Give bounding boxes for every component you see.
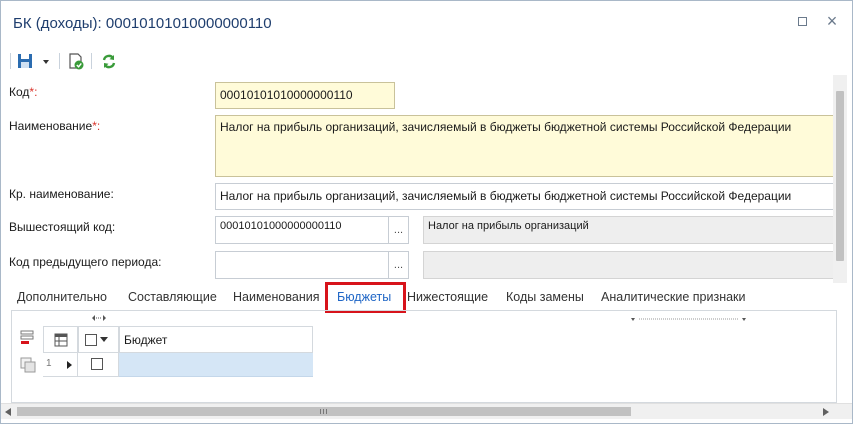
dropdown-arrow-icon[interactable] — [41, 51, 51, 71]
column-header-budget[interactable]: Бюджет — [119, 326, 313, 353]
tab-analiticheskie-priznaki[interactable]: Аналитические признаки — [601, 290, 746, 304]
prev-code-field[interactable] — [215, 251, 389, 279]
maximize-icon[interactable] — [798, 17, 807, 26]
copy-rows-icon[interactable] — [20, 357, 36, 373]
tab-nizhestoyashchie[interactable]: Нижестоящие — [407, 290, 488, 304]
parent-code-description: Налог на прибыль организаций — [423, 216, 835, 244]
toolbar-separator — [10, 53, 11, 69]
name-label-text: Наименование — [9, 119, 93, 133]
prev-code-label: Код предыдущего периода: — [9, 255, 162, 269]
row-number-cell: 1 — [43, 353, 78, 377]
check-document-icon[interactable] — [67, 51, 85, 71]
required-mark: *: — [92, 119, 101, 133]
required-mark: *: — [29, 85, 38, 99]
add-rows-icon[interactable] — [20, 329, 36, 345]
parent-code-field[interactable]: 00010101000000000110 — [215, 216, 389, 244]
scroll-right-icon[interactable] — [823, 408, 829, 416]
chevron-down-icon[interactable] — [100, 337, 108, 343]
select-all-cell[interactable] — [78, 326, 119, 353]
scroll-left-icon[interactable] — [5, 408, 11, 416]
prev-code-lookup-button[interactable]: ... — [388, 251, 409, 279]
grid-settings-cell[interactable] — [43, 326, 78, 353]
vertical-scrollbar-thumb[interactable] — [836, 91, 844, 261]
save-icon[interactable] — [16, 51, 34, 71]
dialog-window: БК (доходы): 00010101010000000110 × Код*… — [0, 0, 853, 424]
table-icon[interactable] — [54, 333, 68, 347]
horizontal-scrollbar[interactable] — [1, 403, 852, 419]
horizontal-scrollbar-thumb[interactable] — [17, 407, 631, 416]
name-field[interactable]: Налог на прибыль организаций, зачисляемы… — [215, 115, 835, 177]
tab-sostavlyayushchie[interactable]: Составляющие — [128, 290, 217, 304]
column-header-budget-text: Бюджет — [124, 333, 168, 347]
row-number: 1 — [46, 358, 52, 369]
refresh-icon[interactable] — [100, 51, 118, 71]
prev-code-description — [423, 251, 835, 279]
toolbar-separator — [91, 53, 92, 69]
window-title: БК (доходы): 00010101010000000110 — [13, 15, 272, 32]
select-all-checkbox[interactable] — [85, 334, 97, 346]
budget-cell[interactable] — [119, 353, 313, 377]
toolbar — [1, 47, 852, 75]
column-span-indicator-icon — [631, 318, 746, 321]
code-field[interactable]: 00010101010000000110 — [215, 82, 395, 109]
vertical-scrollbar[interactable] — [833, 75, 847, 283]
parent-code-lookup-button[interactable]: ... — [388, 216, 409, 244]
row-checkbox[interactable] — [91, 358, 103, 370]
short-name-label: Кр. наименование: — [9, 187, 114, 201]
active-tab-highlight — [325, 282, 406, 313]
tab-strip: Дополнительно Составляющие Наименования … — [1, 287, 852, 309]
row-pointer-icon — [67, 361, 72, 369]
tab-kody-zameny[interactable]: Коды замены — [506, 290, 584, 304]
name-label: Наименование*: — [9, 119, 100, 133]
close-icon[interactable]: × — [824, 12, 840, 30]
tab-naimenovaniya[interactable]: Наименования — [233, 290, 319, 304]
short-name-field[interactable]: Налог на прибыль организаций, зачисляемы… — [215, 183, 835, 210]
column-resize-icon[interactable] — [91, 314, 107, 322]
parent-code-label: Вышестоящий код: — [9, 220, 116, 234]
row-checkbox-cell[interactable] — [78, 353, 119, 377]
title-bar: БК (доходы): 00010101010000000110 × — [1, 1, 852, 45]
code-label-text: Код — [9, 85, 30, 99]
code-label: Код*: — [9, 85, 37, 99]
tab-dopolnitelno[interactable]: Дополнительно — [17, 290, 107, 304]
toolbar-separator — [59, 53, 60, 69]
